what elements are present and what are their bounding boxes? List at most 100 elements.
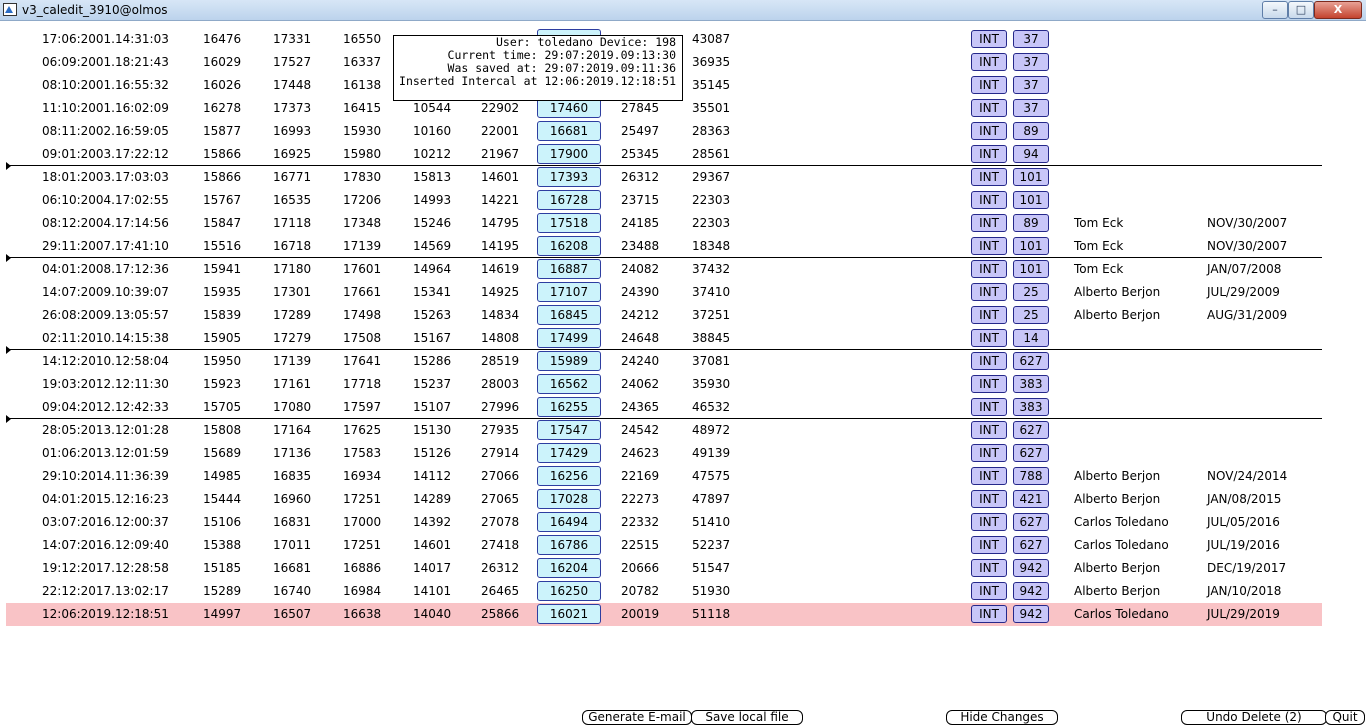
row-value-6-field[interactable]: 16494: [537, 512, 601, 532]
row-value-6-field[interactable]: 15989: [537, 351, 601, 371]
table-row[interactable]: 18:01:2003.17:03:03 15866 16771 17830 15813 1…: [6, 166, 1322, 189]
instrument-number-button[interactable]: 383: [1013, 398, 1049, 416]
row-value-6-field[interactable]: 16250: [537, 581, 601, 601]
minimize-button[interactable]: –: [1262, 1, 1288, 19]
int-button[interactable]: INT: [971, 53, 1007, 71]
int-button[interactable]: INT: [971, 582, 1007, 600]
row-value-6-field[interactable]: 16562: [537, 374, 601, 394]
instrument-number-button[interactable]: 25: [1013, 283, 1049, 301]
table-row[interactable]: 09:04:2012.12:42:33 15705 17080 17597 15107 2…: [6, 396, 1322, 419]
instrument-number-button[interactable]: 942: [1013, 559, 1049, 577]
table-row[interactable]: 28:05:2013.12:01:28 15808 17164 17625 15130 2…: [6, 419, 1322, 442]
instrument-number-button[interactable]: 627: [1013, 444, 1049, 462]
table-row[interactable]: 08:12:2004.17:14:56 15847 17118 17348 15246 1…: [6, 212, 1322, 235]
int-button[interactable]: INT: [971, 444, 1007, 462]
table-row[interactable]: 04:01:2015.12:16:23 15444 16960 17251 14289 2…: [6, 488, 1322, 511]
table-row[interactable]: 02:11:2010.14:15:38 15905 17279 17508 15167 1…: [6, 327, 1322, 350]
row-value-6-field[interactable]: 17393: [537, 167, 601, 187]
int-button[interactable]: INT: [971, 605, 1007, 623]
save-local-file-button[interactable]: Save local file: [691, 710, 803, 725]
table-row[interactable]: 08:11:2002.16:59:05 15877 16993 15930 10160 2…: [6, 120, 1322, 143]
row-value-6-field[interactable]: 17900: [537, 144, 601, 164]
int-button[interactable]: INT: [971, 375, 1007, 393]
row-value-6-field[interactable]: 16256: [537, 466, 601, 486]
generate-email-button[interactable]: Generate E-mail: [582, 710, 692, 725]
row-value-6-field[interactable]: 17028: [537, 489, 601, 509]
table-row[interactable]: 04:01:2008.17:12:36 15941 17180 17601 14964 1…: [6, 258, 1322, 281]
row-value-6-field[interactable]: 16681: [537, 121, 601, 141]
row-value-6-field[interactable]: 17547: [537, 420, 601, 440]
int-button[interactable]: INT: [971, 237, 1007, 255]
row-value-6-field[interactable]: 16887: [537, 259, 601, 279]
table-row[interactable]: 09:01:2003.17:22:12 15866 16925 15980 10212 2…: [6, 143, 1322, 166]
int-button[interactable]: INT: [971, 30, 1007, 48]
table-row[interactable]: 29:10:2014.11:36:39 14985 16835 16934 14112 2…: [6, 465, 1322, 488]
instrument-number-button[interactable]: 37: [1013, 99, 1049, 117]
table-row[interactable]: 19:12:2017.12:28:58 15185 16681 16886 14017 2…: [6, 557, 1322, 580]
instrument-number-button[interactable]: 89: [1013, 214, 1049, 232]
instrument-number-button[interactable]: 14: [1013, 329, 1049, 347]
table-row[interactable]: 22:12:2017.13:02:17 15289 16740 16984 14101 2…: [6, 580, 1322, 603]
row-value-6-field[interactable]: 16204: [537, 558, 601, 578]
int-button[interactable]: INT: [971, 398, 1007, 416]
close-button[interactable]: X: [1314, 1, 1362, 19]
row-value-6-field[interactable]: 16255: [537, 397, 601, 417]
instrument-number-button[interactable]: 37: [1013, 30, 1049, 48]
row-value-6-field[interactable]: 17107: [537, 282, 601, 302]
int-button[interactable]: INT: [971, 145, 1007, 163]
int-button[interactable]: INT: [971, 467, 1007, 485]
instrument-number-button[interactable]: 627: [1013, 513, 1049, 531]
instrument-number-button[interactable]: 627: [1013, 536, 1049, 554]
row-value-6-field[interactable]: 17429: [537, 443, 601, 463]
table-row[interactable]: 12:06:2019.12:18:51 14997 16507 16638 14040 2…: [6, 603, 1322, 626]
table-row[interactable]: 19:03:2012.12:11:30 15923 17161 17718 15237 2…: [6, 373, 1322, 396]
table-row[interactable]: 14:12:2010.12:58:04 15950 17139 17641 15286 2…: [6, 350, 1322, 373]
row-value-6-field[interactable]: 17460: [537, 98, 601, 118]
instrument-number-button[interactable]: 788: [1013, 467, 1049, 485]
int-button[interactable]: INT: [971, 352, 1007, 370]
instrument-number-button[interactable]: 101: [1013, 191, 1049, 209]
maximize-button[interactable]: □: [1288, 1, 1314, 19]
int-button[interactable]: INT: [971, 76, 1007, 94]
int-button[interactable]: INT: [971, 421, 1007, 439]
instrument-number-button[interactable]: 942: [1013, 582, 1049, 600]
int-button[interactable]: INT: [971, 214, 1007, 232]
int-button[interactable]: INT: [971, 191, 1007, 209]
instrument-number-button[interactable]: 25: [1013, 306, 1049, 324]
int-button[interactable]: INT: [971, 559, 1007, 577]
int-button[interactable]: INT: [971, 329, 1007, 347]
table-row[interactable]: 14:07:2009.10:39:07 15935 17301 17661 15341 1…: [6, 281, 1322, 304]
table-row[interactable]: 26:08:2009.13:05:57 15839 17289 17498 15263 1…: [6, 304, 1322, 327]
instrument-number-button[interactable]: 101: [1013, 237, 1049, 255]
table-row[interactable]: 03:07:2016.12:00:37 15106 16831 17000 14392 2…: [6, 511, 1322, 534]
row-value-6-field[interactable]: 17518: [537, 213, 601, 233]
instrument-number-button[interactable]: 37: [1013, 53, 1049, 71]
undo-delete-button[interactable]: Undo Delete (2): [1181, 710, 1327, 725]
row-value-6-field[interactable]: 16728: [537, 190, 601, 210]
row-value-6-field[interactable]: 16786: [537, 535, 601, 555]
int-button[interactable]: INT: [971, 536, 1007, 554]
table-row[interactable]: 06:10:2004.17:02:55 15767 16535 17206 14993 1…: [6, 189, 1322, 212]
int-button[interactable]: INT: [971, 122, 1007, 140]
instrument-number-button[interactable]: 101: [1013, 260, 1049, 278]
row-value-6-field[interactable]: 16021: [537, 604, 601, 624]
instrument-number-button[interactable]: 101: [1013, 168, 1049, 186]
instrument-number-button[interactable]: 383: [1013, 375, 1049, 393]
int-button[interactable]: INT: [971, 490, 1007, 508]
instrument-number-button[interactable]: 89: [1013, 122, 1049, 140]
table-row[interactable]: 29:11:2007.17:41:10 15516 16718 17139 14569 1…: [6, 235, 1322, 258]
instrument-number-button[interactable]: 421: [1013, 490, 1049, 508]
int-button[interactable]: INT: [971, 99, 1007, 117]
row-value-6-field[interactable]: 17499: [537, 328, 601, 348]
row-value-6-field[interactable]: 16208: [537, 236, 601, 256]
int-button[interactable]: INT: [971, 306, 1007, 324]
int-button[interactable]: INT: [971, 283, 1007, 301]
table-row[interactable]: 01:06:2013.12:01:59 15689 17136 17583 15126 2…: [6, 442, 1322, 465]
int-button[interactable]: INT: [971, 513, 1007, 531]
table-row[interactable]: 14:07:2016.12:09:40 15388 17011 17251 14601 2…: [6, 534, 1322, 557]
instrument-number-button[interactable]: 37: [1013, 76, 1049, 94]
instrument-number-button[interactable]: 627: [1013, 352, 1049, 370]
int-button[interactable]: INT: [971, 168, 1007, 186]
row-value-6-field[interactable]: 16845: [537, 305, 601, 325]
instrument-number-button[interactable]: 942: [1013, 605, 1049, 623]
